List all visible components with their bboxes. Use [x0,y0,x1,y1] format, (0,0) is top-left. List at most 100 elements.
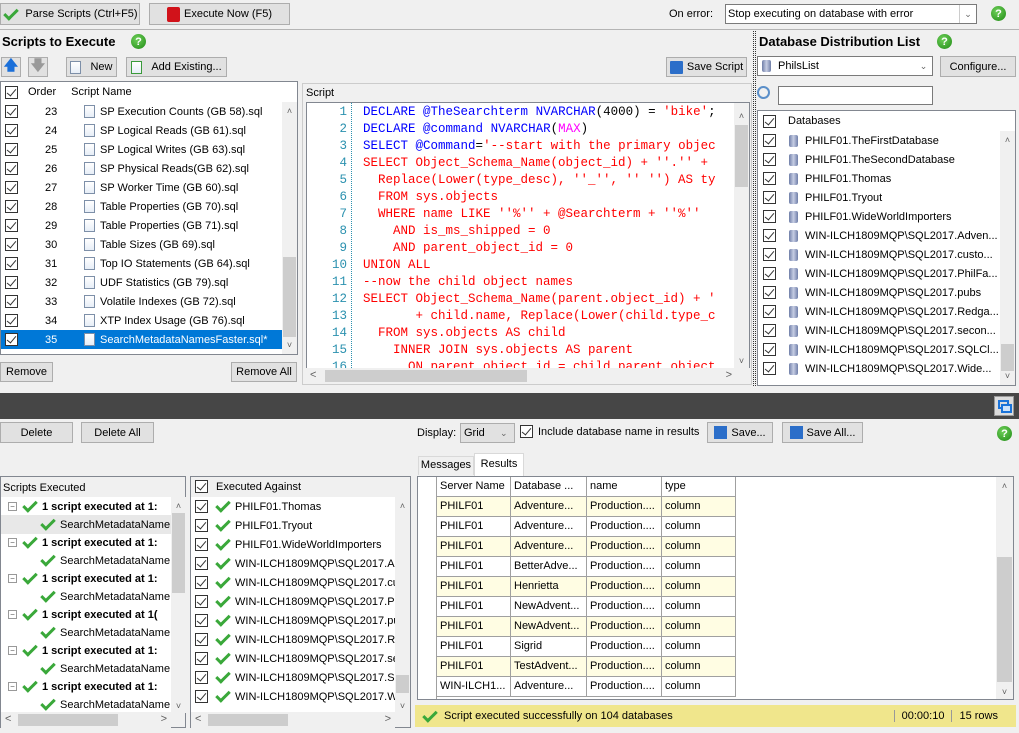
grid-cell[interactable]: column [662,537,736,557]
against-checkbox[interactable] [195,538,208,551]
grid-cell[interactable]: Production.... [587,577,662,597]
include-db-checkbox[interactable]: Include database name in results [520,425,699,438]
database-checkbox[interactable] [763,324,776,337]
grid-cell[interactable]: PHILF01 [437,577,511,597]
against-checkbox[interactable] [195,557,208,570]
remove-button[interactable]: Remove [0,362,53,382]
database-row[interactable]: WIN-ILCH1809MQP\SQL2017.secon... [758,321,998,340]
databases-list[interactable]: Databases PHILF01.TheFirstDatabase PHILF0… [757,110,1016,386]
against-checkbox[interactable] [195,576,208,589]
script-row[interactable]: 31 Top IO Statements (GB 64).sql [1,254,283,273]
executed-script[interactable]: SearchMetadataName [1,551,171,570]
script-row[interactable]: 33 Volatile Indexes (GB 72).sql [1,292,283,311]
against-checkbox[interactable] [195,595,208,608]
executed-group[interactable]: − 1 script executed at 1: [1,569,171,588]
executed-group[interactable]: − 1 script executed at 1: [1,497,171,516]
grid-cell[interactable]: TestAdvent... [511,657,587,677]
grid-cell[interactable]: Adventure... [511,497,587,517]
grid-cell[interactable]: Henrietta [511,577,587,597]
tab-messages[interactable]: Messages [418,456,474,475]
grid-cell[interactable]: Sigrid [511,637,587,657]
executed-group[interactable]: − 1 script executed at 1( [1,605,171,624]
database-row[interactable]: WIN-ILCH1809MQP\SQL2017.custo... [758,245,998,264]
remove-all-button[interactable]: Remove All [231,362,297,382]
add-existing-button[interactable]: Add Existing... [126,57,227,77]
select-all-checkbox[interactable] [5,85,18,99]
against-checkbox[interactable] [195,500,208,513]
collapse-icon[interactable]: − [8,646,17,655]
scripts-list[interactable]: Order Script Name 23 SP Execution Counts … [0,81,298,355]
script-checkbox[interactable] [5,105,18,118]
database-search-input[interactable] [778,86,933,105]
grid-cell[interactable]: NewAdvent... [511,597,587,617]
grid-cell[interactable]: BetterAdve... [511,557,587,577]
database-row[interactable]: WIN-ILCH1809MQP\SQL2017.SQLCl... [758,340,999,359]
database-checkbox[interactable] [763,134,776,147]
script-checkbox[interactable] [5,333,18,346]
against-checkbox[interactable] [195,614,208,627]
grid-cell[interactable]: column [662,617,736,637]
grid-column-header[interactable]: Server Name [437,477,511,497]
executed-against-row[interactable]: WIN-ILCH1809MQP\SQL2017.sec [191,649,395,668]
database-row[interactable]: WIN-ILCH1809MQP\SQL2017.Adven... [758,226,998,245]
script-row[interactable]: 29 Table Properties (GB 71).sql [1,216,283,235]
grid-cell[interactable]: PHILF01 [437,637,511,657]
database-row[interactable]: WIN-ILCH1809MQP\SQL2017.Wide... [758,359,998,378]
grid-cell[interactable]: column [662,497,736,517]
grid-cell[interactable]: WIN-ILCH1... [437,677,511,697]
grid-vscroll[interactable]: ˄ ˅ [996,477,1013,699]
database-row[interactable]: PHILF01.WideWorldImporters [758,207,998,226]
executed-against-row[interactable]: WIN-ILCH1809MQP\SQL2017.pul [191,611,395,630]
splitter[interactable] [753,31,756,386]
parse-scripts-button[interactable]: Parse Scripts (Ctrl+F5) [0,3,140,25]
save-script-button[interactable]: Save Script [666,57,747,77]
grid-cell[interactable]: Adventure... [511,677,587,697]
grid-cell[interactable]: PHILF01 [437,517,511,537]
tab-results[interactable]: Results [474,453,524,476]
database-checkbox[interactable] [763,229,776,242]
grid-cell[interactable]: Production.... [587,617,662,637]
results-grid[interactable]: Server Name Database ... name type PHILF01 Ad… [417,476,1014,700]
script-checkbox[interactable] [5,257,18,270]
script-row[interactable]: 27 SP Worker Time (GB 60).sql [1,178,283,197]
col-script-name[interactable]: Script Name [71,86,132,98]
grid-cell[interactable]: column [662,637,736,657]
database-row[interactable]: WIN-ILCH1809MQP\SQL2017.Redga... [758,302,999,321]
col-order[interactable]: Order [28,86,56,98]
executed-script[interactable]: SearchMetadataName [1,515,171,534]
database-checkbox[interactable] [763,362,776,375]
grid-cell[interactable]: column [662,517,736,537]
new-script-button[interactable]: New [66,57,117,77]
distribution-list-select[interactable]: PhilsList ⌄ [757,56,933,76]
grid-column-header[interactable]: Database ... [511,477,587,497]
against-hscroll[interactable]: < > [191,712,395,728]
script-row[interactable]: 32 UDF Statistics (GB 79).sql [1,273,283,292]
script-row[interactable]: 34 XTP Index Usage (GB 76).sql [1,311,283,330]
database-checkbox[interactable] [763,191,776,204]
script-row[interactable]: 35 SearchMetadataNamesFaster.sql* [1,330,283,349]
executed-against-row[interactable]: WIN-ILCH1809MQP\SQL2017.Wi [191,687,395,706]
database-row[interactable]: PHILF01.TheFirstDatabase [758,131,998,150]
grid-cell[interactable]: NewAdvent... [511,617,587,637]
code-hscroll[interactable]: < > [306,368,750,384]
grid-cell[interactable]: Production.... [587,557,662,577]
executed-against-row[interactable]: WIN-ILCH1809MQP\SQL2017.Re [191,630,395,649]
script-row[interactable]: 24 SP Logical Reads (GB 61).sql [1,121,283,140]
executed-script[interactable]: SearchMetadataName [1,623,171,642]
grid-cell[interactable]: PHILF01 [437,497,511,517]
database-row[interactable]: WIN-ILCH1809MQP\SQL2017.PhilFa... [758,264,998,283]
move-down-button[interactable]: 🡇 [28,57,48,77]
grid-cell[interactable]: Adventure... [511,517,587,537]
script-row[interactable]: 28 Table Properties (GB 70).sql [1,197,283,216]
scripts-scrollbar[interactable]: ˄ ˅ [282,102,297,354]
databases-scrollbar[interactable]: ˄ ˅ [1000,131,1015,385]
grid-cell[interactable]: PHILF01 [437,657,511,677]
save-results-button[interactable]: Save... [707,422,773,443]
database-row[interactable]: PHILF01.TheSecondDatabase [758,150,998,169]
executed-script[interactable]: SearchMetadataName [1,695,171,713]
database-checkbox[interactable] [763,305,776,318]
executed-against-row[interactable]: WIN-ILCH1809MQP\SQL2017.SQ [191,668,395,687]
against-checkbox[interactable] [195,652,208,665]
save-all-results-button[interactable]: Save All... [782,422,863,443]
grid-cell[interactable]: Production.... [587,597,662,617]
